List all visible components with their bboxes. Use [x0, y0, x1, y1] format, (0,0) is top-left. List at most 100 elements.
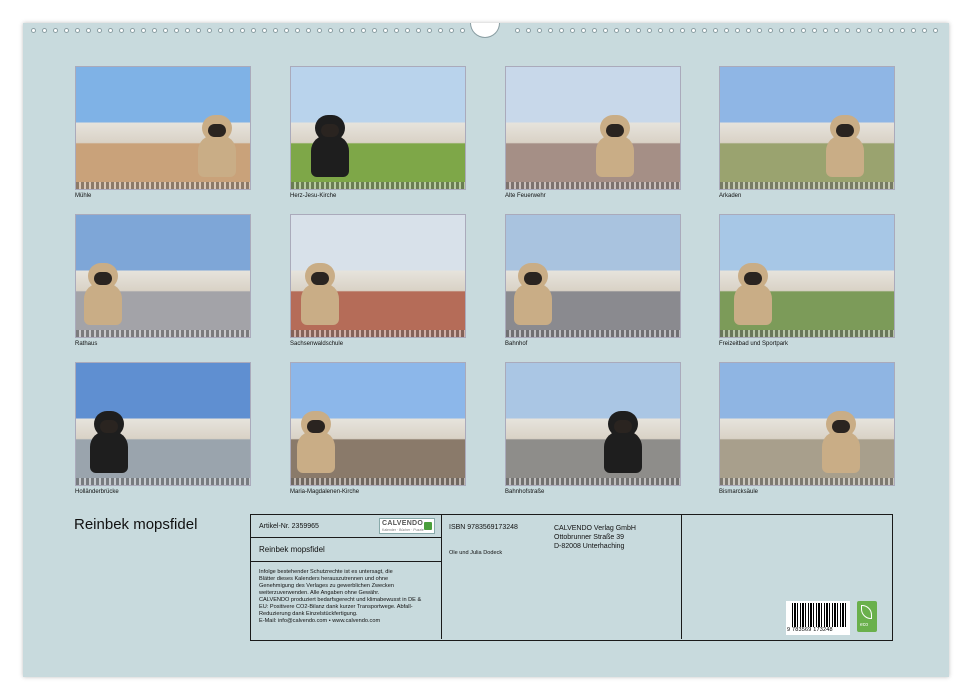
publisher-city: D-82008 Unterhaching	[554, 543, 625, 550]
binding-hole	[647, 28, 652, 33]
pug-figure	[307, 115, 353, 179]
binding-hole	[515, 28, 520, 33]
photo-image	[290, 214, 466, 338]
photo-caption: Alte Feuerwehr	[505, 193, 546, 199]
binding-hole	[878, 28, 883, 33]
film-strip	[506, 330, 680, 337]
legal-line: Infolge bestehender Schutzrechte ist es …	[259, 569, 393, 575]
legal-line: CALVENDO produziert bedarfsgerecht und k…	[259, 597, 422, 603]
binding-hole	[801, 28, 806, 33]
photo-image	[719, 362, 895, 486]
photo-caption: Rathaus	[75, 341, 98, 347]
photo-caption: Mühle	[75, 193, 92, 199]
binding-hole	[163, 28, 168, 33]
calendar-title: Reinbek mopsfidel	[74, 516, 198, 533]
photo-tile: Rathaus	[75, 214, 251, 347]
photo-image	[505, 66, 681, 190]
info-column-middle: ISBN 9783569173248 CALVENDO Verlag GmbH …	[441, 515, 682, 639]
binding-hole	[779, 28, 784, 33]
pug-figure	[86, 411, 132, 475]
barcode-bars	[792, 603, 846, 627]
binding-hole	[790, 28, 795, 33]
binding-hole	[702, 28, 707, 33]
binding-hole	[295, 28, 300, 33]
film-strip	[76, 182, 250, 189]
leaf-icon	[861, 605, 872, 619]
binding-hole	[460, 28, 465, 33]
pug-figure	[293, 411, 339, 475]
binding-hole	[339, 28, 344, 33]
binding-hole	[658, 28, 663, 33]
binding-hole	[845, 28, 850, 33]
binding-hole	[229, 28, 234, 33]
binding-hole	[328, 28, 333, 33]
legal-line: EU: Positivere CO2-Bilanz dank kurzer Tr…	[259, 604, 413, 610]
binding-hole	[933, 28, 938, 33]
article-row: Artikel-Nr. 2359965 CALVENDO Kalender · …	[251, 515, 441, 538]
binding-hole	[603, 28, 608, 33]
calendar-back-sheet: Mühle Herz-Jesu-Kirche Alte Feuerwehr Arkad…	[23, 23, 949, 677]
photo-tile: Maria-Magdalenen-Kirche	[290, 362, 466, 495]
binding-hole	[273, 28, 278, 33]
binding-hole	[394, 28, 399, 33]
pug-figure	[730, 263, 776, 327]
film-strip	[720, 478, 894, 485]
binding-hole	[889, 28, 894, 33]
photo-tile: Sachsenwaldschule	[290, 214, 466, 347]
pug-figure	[592, 115, 638, 179]
binding-hole	[823, 28, 828, 33]
legal-line: Genehmigung des Verlages zu gewerblichen…	[259, 583, 394, 589]
binding-hole	[53, 28, 58, 33]
photo-tile: Herz-Jesu-Kirche	[290, 66, 466, 199]
binding-hole	[812, 28, 817, 33]
film-strip	[291, 478, 465, 485]
article-number: Artikel-Nr. 2359965	[259, 523, 319, 530]
publisher-name: CALVENDO Verlag GmbH	[554, 525, 636, 532]
binding-hole	[449, 28, 454, 33]
binding-hole	[97, 28, 102, 33]
authors: Ole und Julia Dodeck	[449, 550, 503, 556]
photo-tile: Bahnhof	[505, 214, 681, 347]
binding-hole	[119, 28, 124, 33]
photo-caption: Freizeitbad und Sportpark	[719, 341, 789, 347]
binding-hole	[240, 28, 245, 33]
photo-caption: Holländerbrücke	[75, 489, 119, 495]
binding-hole	[757, 28, 762, 33]
isbn: ISBN 9783569173248	[449, 524, 518, 531]
info-title: Reinbek mopsfidel	[259, 545, 325, 554]
binding-hole	[174, 28, 179, 33]
binding-hole	[152, 28, 157, 33]
photo-caption: Bahnhofstraße	[505, 489, 545, 495]
logo-subtext: Kalender · Bücher · Puzzle	[382, 528, 424, 532]
binding-hole	[42, 28, 47, 33]
binding-hole	[537, 28, 542, 33]
photo-tile: Freizeitbad und Sportpark	[719, 214, 895, 347]
barcode-number: 9 783569 173248	[787, 627, 833, 633]
info-box: Artikel-Nr. 2359965 CALVENDO Kalender · …	[250, 514, 893, 641]
pug-figure	[822, 115, 868, 179]
legal-line: Blätter dieses Kalenders herauszutrennen…	[259, 576, 389, 582]
film-strip	[76, 330, 250, 337]
binding-hole	[669, 28, 674, 33]
binding-hole	[130, 28, 135, 33]
photo-image	[505, 214, 681, 338]
binding-hole	[856, 28, 861, 33]
binding-hole	[317, 28, 322, 33]
eco-badge: eco	[857, 601, 877, 632]
binding-hole	[427, 28, 432, 33]
photo-caption: Maria-Magdalenen-Kirche	[290, 489, 360, 495]
pug-figure	[297, 263, 343, 327]
pug-figure	[80, 263, 126, 327]
photo-caption: Herz-Jesu-Kirche	[290, 193, 337, 199]
binding-hole	[592, 28, 597, 33]
binding-hole	[141, 28, 146, 33]
calvendo-logo: CALVENDO Kalender · Bücher · Puzzle	[379, 518, 435, 534]
photo-image	[719, 66, 895, 190]
binding-hole	[416, 28, 421, 33]
binding-hole	[350, 28, 355, 33]
binding-hole	[581, 28, 586, 33]
photo-image	[290, 362, 466, 486]
binding-hole	[438, 28, 443, 33]
binding-hole	[768, 28, 773, 33]
legal-line: E-Mail: info@calvendo.com • www.calvendo…	[259, 618, 381, 624]
